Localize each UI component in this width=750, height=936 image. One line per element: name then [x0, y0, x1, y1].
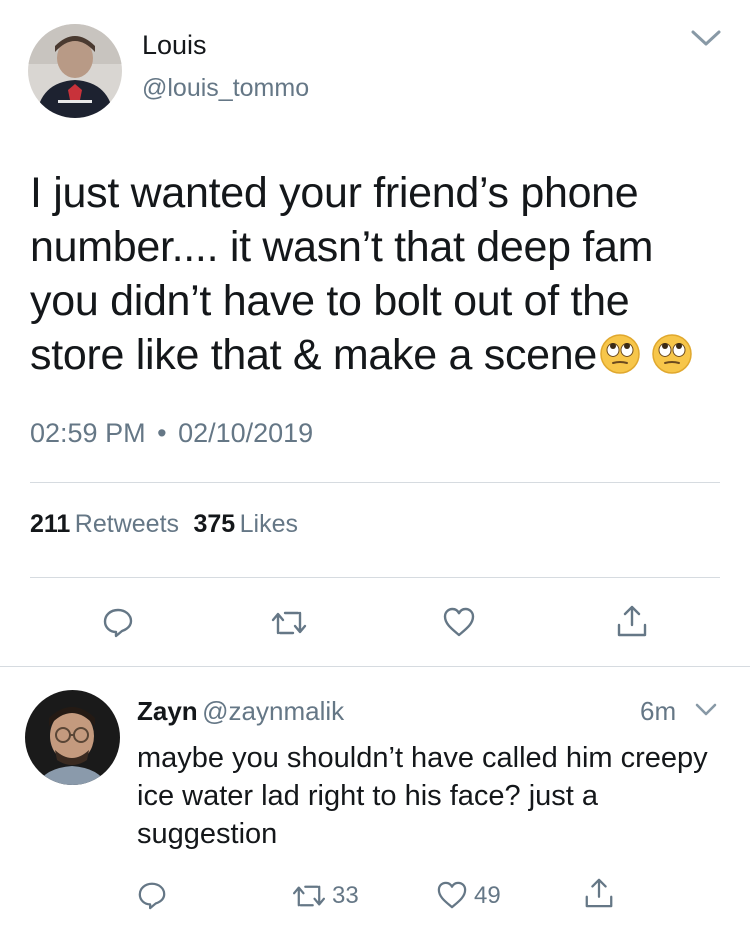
face-with-rolling-eyes-icon	[599, 333, 641, 388]
reply-chevron-down-icon[interactable]	[694, 702, 718, 718]
tweet-stats: 211 Retweets 375 Likes	[30, 510, 298, 539]
tweet-author-handle[interactable]: @louis_tommo	[142, 74, 309, 103]
divider-bottom	[0, 666, 750, 667]
reply-icon[interactable]	[102, 606, 134, 638]
reply-time-ago: 6m	[640, 696, 677, 726]
tweet-author-name[interactable]: Louis	[142, 30, 207, 61]
reply-time: 6m	[640, 696, 676, 727]
tweet-timestamp: 02:59 PM • 02/10/2019	[30, 418, 313, 449]
likes-count: 375	[193, 510, 236, 538]
likes-stat[interactable]: 375 Likes	[193, 510, 298, 538]
tweet-text-body: I just wanted your friend’s phone number…	[30, 169, 654, 379]
zayn-avatar[interactable]	[25, 690, 120, 785]
divider-middle	[30, 577, 720, 578]
timestamp-separator: •	[157, 418, 167, 448]
reply-author-handle[interactable]: @zaynmalik	[202, 696, 344, 726]
reply-author-name[interactable]: Zayn	[137, 696, 198, 726]
retweets-label: Retweets	[74, 510, 180, 538]
divider-top	[30, 482, 720, 483]
tweet-time: 02:59 PM	[30, 418, 146, 448]
reply-retweets-count: 33	[332, 882, 359, 909]
reply-reply-icon[interactable]	[137, 880, 167, 910]
retweets-count: 211	[30, 510, 71, 538]
tweet-text: I just wanted your friend’s phone number…	[30, 166, 720, 388]
chevron-down-icon[interactable]	[690, 28, 722, 48]
reply-like-icon[interactable]	[436, 880, 468, 910]
reply-share-icon[interactable]	[583, 876, 615, 910]
reply-text: maybe you shouldn’t have called him cree…	[137, 742, 708, 850]
reply-retweet-icon[interactable]	[292, 883, 326, 909]
retweets-stat[interactable]: 211 Retweets	[30, 510, 183, 538]
reply-header: Zayn @zaynmalik	[137, 696, 344, 727]
retweet-icon[interactable]	[271, 609, 307, 637]
louis-avatar-image	[28, 24, 122, 118]
share-icon[interactable]	[615, 603, 649, 639]
zayn-avatar-image	[25, 690, 120, 785]
like-icon[interactable]	[442, 606, 476, 638]
louis-avatar[interactable]	[28, 24, 122, 118]
likes-label: Likes	[239, 510, 299, 538]
face-with-rolling-eyes-icon	[651, 333, 693, 388]
tweet-date: 02/10/2019	[178, 418, 314, 448]
reply-likes-count: 49	[474, 882, 501, 909]
